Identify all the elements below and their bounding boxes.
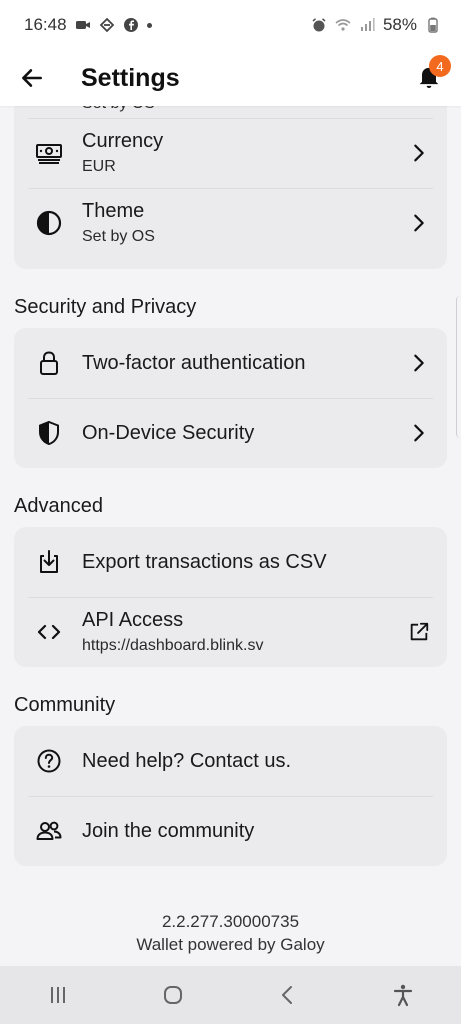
dot-icon	[146, 22, 152, 28]
device-security-label: On-Device Security	[82, 421, 255, 444]
people-icon	[34, 816, 64, 846]
home-button[interactable]	[148, 975, 198, 1015]
notification-badge: 4	[429, 55, 451, 77]
external-link-icon	[407, 620, 431, 644]
notifications-button[interactable]: 4	[411, 55, 451, 94]
alarm-icon	[311, 17, 327, 33]
settings-row-device-security[interactable]: On-Device Security	[14, 398, 447, 468]
video-icon	[75, 17, 91, 33]
powered-by: Wallet powered by Galoy	[136, 935, 325, 954]
api-access-url: https://dashboard.blink.sv	[82, 637, 264, 654]
shield-icon	[34, 418, 64, 448]
settings-row-export-csv[interactable]: Export transactions as CSV	[14, 527, 447, 597]
back-button[interactable]	[12, 58, 52, 98]
status-right: 58%	[311, 15, 441, 35]
advanced-card: Export transactions as CSV API Access ht…	[14, 527, 447, 667]
scroll-edge	[456, 296, 461, 438]
currency-value: EUR	[82, 158, 116, 175]
currency-label: Currency	[82, 130, 164, 152]
app-version: 2.2.277.30000735	[161, 912, 300, 931]
accessibility-icon	[394, 984, 413, 1007]
api-access-label: API Access	[82, 609, 184, 631]
divider	[28, 398, 433, 399]
divider	[28, 597, 433, 598]
settings-row-currency[interactable]: Currency EUR	[14, 118, 447, 188]
preferences-card: Set by OS Currency EUR Theme Set by O	[14, 96, 447, 269]
theme-label: Theme	[82, 200, 145, 222]
battery-percent: 58%	[382, 15, 417, 34]
divider	[28, 796, 433, 797]
section-title-security: Security and Privacy	[14, 296, 197, 318]
code-icon	[34, 617, 64, 647]
section-title-community: Community	[14, 694, 116, 716]
help-label: Need help? Contact us.	[82, 749, 292, 772]
help-icon	[34, 746, 64, 776]
page-title: Settings	[81, 63, 180, 92]
app-header: Settings 4	[0, 50, 461, 106]
lock-icon	[34, 348, 64, 378]
community-card: Need help? Contact us. Join the communit…	[14, 726, 447, 866]
chevron-right-icon	[407, 421, 431, 445]
home-icon	[163, 986, 182, 1004]
download-icon	[34, 547, 64, 577]
nav-back-button[interactable]	[263, 975, 313, 1015]
security-card: Two-factor authentication On-Device Secu…	[14, 328, 447, 468]
system-nav-bar	[0, 966, 461, 1024]
theme-value: Set by OS	[82, 228, 155, 245]
battery-icon	[425, 17, 441, 33]
join-community-label: Join the community	[82, 819, 255, 842]
export-csv-label: Export transactions as CSV	[82, 550, 327, 573]
recent-apps-button[interactable]	[33, 975, 83, 1015]
status-bar: 16:48 58%	[0, 0, 461, 50]
banknote-icon	[34, 138, 64, 168]
wifi-icon	[335, 17, 351, 33]
facebook-icon	[123, 17, 139, 33]
settings-row-theme[interactable]: Theme Set by OS	[14, 188, 447, 258]
accessibility-button[interactable]	[378, 975, 428, 1015]
section-title-advanced: Advanced	[14, 495, 103, 517]
half-circle-icon	[34, 208, 64, 238]
chevron-left-icon	[282, 986, 293, 1004]
divider	[28, 118, 433, 119]
settings-row-2fa[interactable]: Two-factor authentication	[14, 328, 447, 398]
2fa-label: Two-factor authentication	[82, 351, 306, 374]
chevron-right-icon	[407, 211, 431, 235]
arrow-left-icon	[22, 69, 42, 87]
settings-row-help[interactable]: Need help? Contact us.	[14, 726, 447, 796]
divider	[28, 188, 433, 189]
status-time: 16:48	[24, 15, 67, 34]
settings-row-api-access[interactable]: API Access https://dashboard.blink.sv	[14, 597, 447, 667]
recent-apps-icon	[50, 987, 65, 1003]
signal-icon	[359, 17, 375, 33]
status-left: 16:48	[24, 15, 152, 35]
link-icon	[99, 17, 115, 33]
chevron-right-icon	[407, 141, 431, 165]
chevron-right-icon	[407, 351, 431, 375]
settings-row-join-community[interactable]: Join the community	[14, 796, 447, 866]
